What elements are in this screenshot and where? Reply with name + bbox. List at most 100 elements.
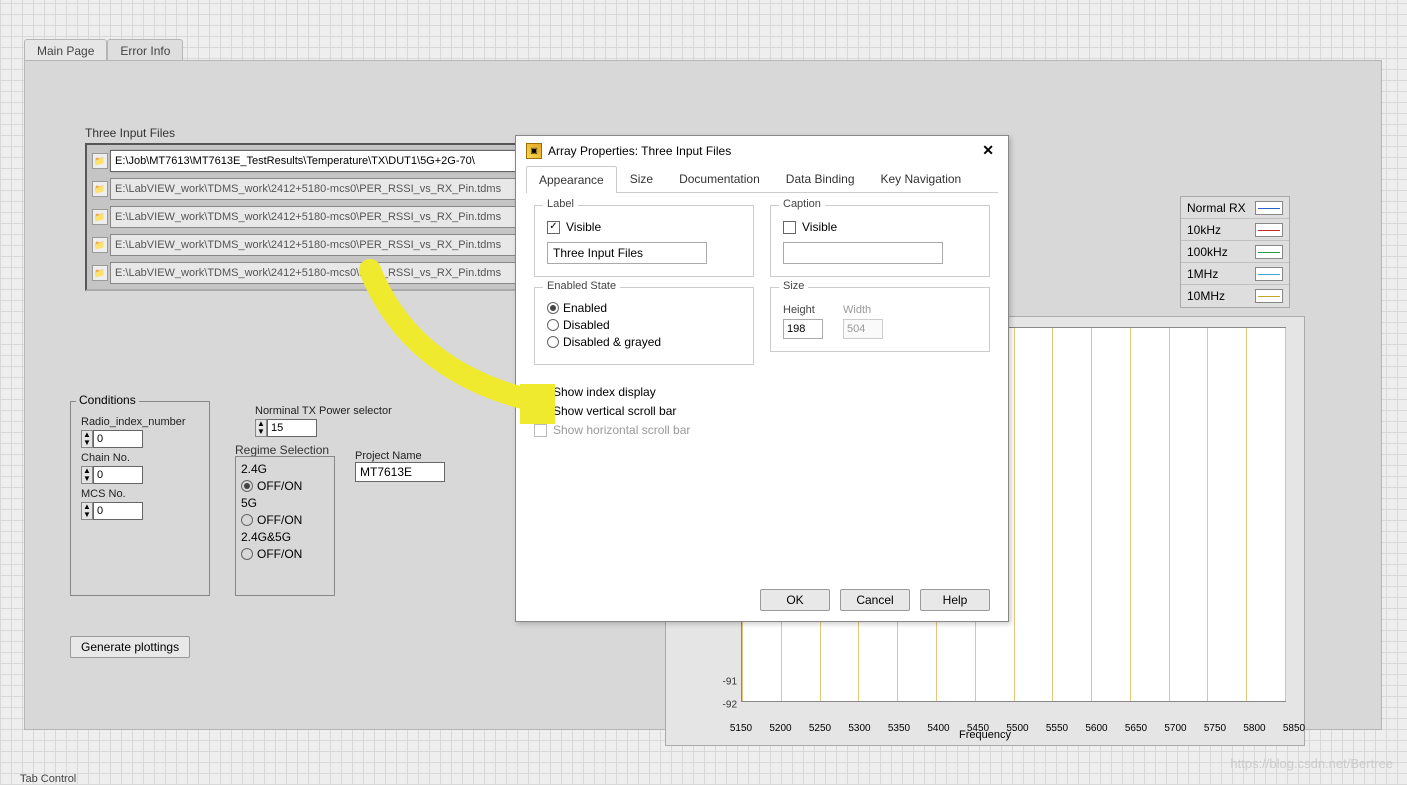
tab-data-binding[interactable]: Data Binding xyxy=(773,165,868,192)
ok-button[interactable]: OK xyxy=(760,589,830,611)
checkbox-icon xyxy=(783,221,796,234)
radio-label: Disabled & grayed xyxy=(563,335,661,349)
file-path-input[interactable] xyxy=(110,234,558,256)
regime-label: Regime Selection xyxy=(235,443,329,457)
nominal-spinner[interactable]: ▲▼ xyxy=(255,419,267,437)
chain-no-label: Chain No. xyxy=(81,452,199,464)
dialog-title-text: Array Properties: Three Input Files xyxy=(548,144,731,158)
legend-label: 10kHz xyxy=(1187,223,1221,237)
nominal-field[interactable] xyxy=(267,419,317,437)
regime-radio-row[interactable]: OFF/ON xyxy=(241,513,329,527)
folder-icon[interactable]: 📁 xyxy=(92,153,108,169)
y-tick: -91 xyxy=(723,677,737,688)
tab-control-label: Tab Control xyxy=(20,773,76,785)
legend-item: Normal RX xyxy=(1181,197,1289,219)
width-label: Width xyxy=(843,304,883,316)
tab-appearance[interactable]: Appearance xyxy=(526,166,617,193)
radio-index-spinner[interactable]: ▲▼ xyxy=(81,430,93,448)
caption-legend: Caption xyxy=(779,198,825,210)
tab-documentation[interactable]: Documentation xyxy=(666,165,773,192)
radio-index-field[interactable] xyxy=(93,430,143,448)
help-button[interactable]: Help xyxy=(920,589,990,611)
conditions-title: Conditions xyxy=(76,393,139,407)
checkbox-icon xyxy=(534,386,547,399)
label-fieldset: Label Visible xyxy=(534,205,754,277)
radio-index-label: Radio_index_number xyxy=(81,416,199,428)
project-name-field[interactable] xyxy=(355,462,445,482)
cancel-button[interactable]: Cancel xyxy=(840,589,910,611)
legend-swatch xyxy=(1255,245,1283,259)
checkbox-label: Show vertical scroll bar xyxy=(553,404,676,418)
tab-error-info[interactable]: Error Info xyxy=(107,39,183,62)
chain-field[interactable] xyxy=(93,466,143,484)
height-label: Height xyxy=(783,304,823,316)
project-label: Project Name xyxy=(355,450,445,462)
show-index-display-checkbox[interactable]: Show index display xyxy=(534,385,990,399)
regime-radio-row[interactable]: OFF/ON xyxy=(241,547,329,561)
legend-label: 1MHz xyxy=(1187,267,1218,281)
checkbox-label: Visible xyxy=(566,220,601,234)
file-row: 📁 xyxy=(92,178,558,200)
tab-main-page[interactable]: Main Page xyxy=(24,39,107,62)
file-path-input[interactable] xyxy=(110,178,558,200)
three-input-files-label: Three Input Files xyxy=(85,126,175,140)
regime-radio-row[interactable]: OFF/ON xyxy=(241,479,329,493)
label-text-input[interactable] xyxy=(547,242,707,264)
enabled-radio[interactable]: Enabled xyxy=(547,301,741,315)
show-vertical-scroll-checkbox[interactable]: Show vertical scroll bar xyxy=(534,404,990,418)
regime-opt-label: 2.4G&5G xyxy=(241,530,329,544)
width-field xyxy=(843,319,883,339)
folder-icon[interactable]: 📁 xyxy=(92,237,108,253)
file-path-input[interactable] xyxy=(110,150,558,172)
dialog-tabs: Appearance Size Documentation Data Bindi… xyxy=(526,165,998,193)
enabled-legend: Enabled State xyxy=(543,280,620,292)
folder-icon[interactable]: 📁 xyxy=(92,181,108,197)
tab-key-navigation[interactable]: Key Navigation xyxy=(868,165,975,192)
project-name: Project Name xyxy=(355,446,445,482)
height-item: Height xyxy=(783,304,823,339)
file-path-input[interactable] xyxy=(110,206,558,228)
x-axis-title: Frequency xyxy=(959,729,1011,741)
labview-icon: ▣ xyxy=(526,143,542,159)
file-path-input[interactable] xyxy=(110,262,558,284)
legend-label: 100kHz xyxy=(1187,245,1228,259)
show-horizontal-scroll-checkbox: Show horizontal scroll bar xyxy=(534,423,990,437)
dialog-body: Label Visible Enabled State Enabled Disa… xyxy=(516,193,1008,579)
enabled-state-fieldset: Enabled State Enabled Disabled Disabled … xyxy=(534,287,754,365)
conditions-group: Conditions Radio_index_number ▲▼ Chain N… xyxy=(70,401,210,596)
height-field[interactable] xyxy=(783,319,823,339)
folder-icon[interactable]: 📁 xyxy=(92,209,108,225)
label-visible-checkbox[interactable]: Visible xyxy=(547,220,741,234)
legend-swatch xyxy=(1255,223,1283,237)
width-item: Width xyxy=(843,304,883,339)
radio-icon xyxy=(241,548,253,560)
checkbox-label: Visible xyxy=(802,220,837,234)
legend-swatch xyxy=(1255,267,1283,281)
radio-label: Disabled xyxy=(563,318,610,332)
checkbox-label: Show horizontal scroll bar xyxy=(553,423,690,437)
legend-label: 10MHz xyxy=(1187,289,1225,303)
folder-icon[interactable]: 📁 xyxy=(92,265,108,281)
tab-bar: Main Page Error Info xyxy=(24,39,183,62)
size-legend: Size xyxy=(779,280,808,292)
radio-icon xyxy=(241,480,253,492)
y-tick: -92 xyxy=(723,700,737,711)
disabled-radio[interactable]: Disabled xyxy=(547,318,741,332)
regime-opt-text: OFF/ON xyxy=(257,513,302,527)
file-array: 📁 📁 📁 📁 📁 xyxy=(85,143,565,291)
chain-spinner[interactable]: ▲▼ xyxy=(81,466,93,484)
generate-plottings-button[interactable]: Generate plottings xyxy=(70,636,190,658)
regime-opt-text: OFF/ON xyxy=(257,547,302,561)
mcs-field[interactable] xyxy=(93,502,143,520)
tab-size[interactable]: Size xyxy=(617,165,666,192)
disabled-grayed-radio[interactable]: Disabled & grayed xyxy=(547,335,741,349)
file-row: 📁 xyxy=(92,206,558,228)
file-row: 📁 xyxy=(92,234,558,256)
caption-visible-checkbox[interactable]: Visible xyxy=(783,220,977,234)
close-icon[interactable]: ✕ xyxy=(978,142,998,159)
mcs-spinner[interactable]: ▲▼ xyxy=(81,502,93,520)
size-fieldset: Size Height Width xyxy=(770,287,990,352)
caption-text-input[interactable] xyxy=(783,242,943,264)
regime-opt-label: 2.4G xyxy=(241,462,329,476)
regime-opt-text: OFF/ON xyxy=(257,479,302,493)
